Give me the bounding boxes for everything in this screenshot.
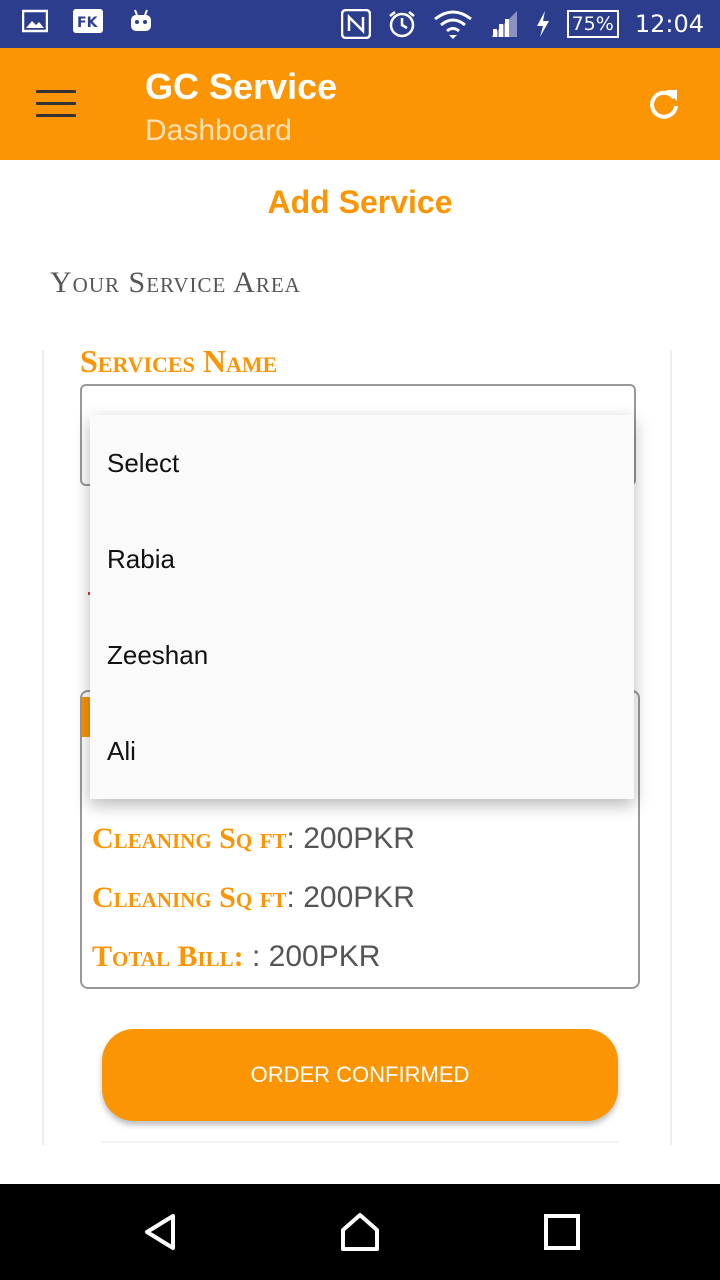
order-confirmed-button[interactable]: ORDER CONFIRMED: [102, 1029, 618, 1121]
summary-line: Cleaning Sq ft: 200PKR: [92, 881, 415, 915]
navigation-bar: [0, 1184, 720, 1280]
alarm-icon: [388, 11, 415, 38]
fk-app-icon: FK: [73, 9, 103, 33]
gallery-icon: [22, 9, 48, 33]
clock: 12:04: [634, 10, 704, 38]
services-name-label: Services Name: [80, 343, 278, 379]
section-title: Your Service Area: [50, 266, 301, 299]
dropdown-option-zeeshan[interactable]: Zeeshan: [90, 607, 634, 703]
page-title: Add Service: [267, 184, 453, 220]
home-icon[interactable]: [340, 1212, 380, 1252]
total-bill-value: : 200PKR: [243, 940, 381, 973]
app-bar: GC Service Dashboard: [0, 48, 720, 160]
back-icon[interactable]: [140, 1212, 180, 1252]
summary-key: Cleaning Sq ft: [92, 881, 287, 914]
nfc-icon: [340, 9, 371, 39]
dropdown-option-select[interactable]: Select: [90, 415, 634, 511]
summary-value: : 200PKR: [286, 822, 415, 855]
svg-text:FK: FK: [77, 15, 99, 31]
dropdown-option-rabia[interactable]: Rabia: [90, 511, 634, 607]
app-subtitle: Dashboard: [145, 114, 292, 147]
summary-line: Total Bill: : 200PKR: [92, 940, 380, 974]
charging-icon: [536, 11, 549, 37]
android-icon: [131, 9, 151, 31]
menu-icon[interactable]: [36, 90, 76, 120]
total-bill-key: Total Bill:: [92, 940, 244, 973]
summary-line: Cleaning Sq ft: 200PKR: [92, 822, 415, 856]
recents-icon[interactable]: [542, 1212, 582, 1252]
battery-indicator: 75%: [566, 10, 619, 38]
refresh-icon[interactable]: [646, 86, 682, 122]
divider: [102, 1141, 618, 1143]
app-title: GC Service: [145, 66, 338, 107]
signal-icon: [490, 11, 517, 37]
summary-key: Cleaning Sq ft: [92, 822, 287, 855]
wifi-icon: [433, 10, 472, 39]
services-dropdown: Select Rabia Zeeshan Ali: [90, 415, 634, 799]
status-bar: FK 75% 12:04: [0, 0, 720, 48]
summary-value: : 200PKR: [286, 881, 415, 914]
dropdown-option-ali[interactable]: Ali: [90, 703, 634, 799]
